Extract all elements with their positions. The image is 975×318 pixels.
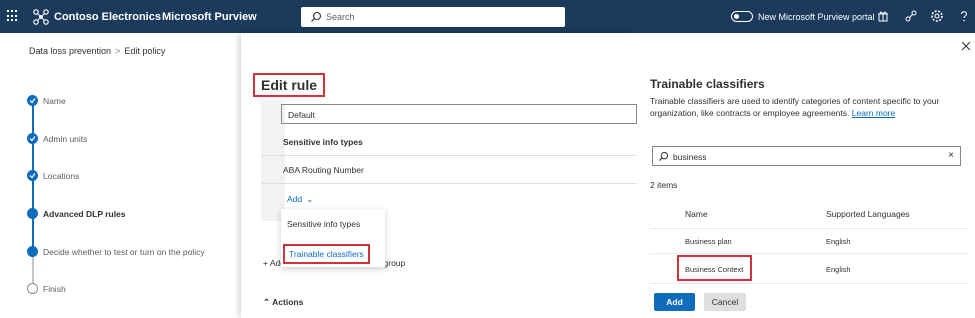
flyout-title: Trainable classifiers [650, 77, 765, 91]
classifier-search-input[interactable]: business × [652, 146, 961, 166]
edit-rule-title: Edit rule [253, 73, 326, 97]
column-header-name[interactable]: Name [685, 209, 708, 219]
breadcrumb-separator: > [115, 46, 121, 56]
column-header-languages[interactable]: Supported Languages [826, 209, 910, 219]
trainable-classifiers-flyout: Trainable classifiers Trainable classifi… [637, 33, 975, 318]
close-icon[interactable] [961, 41, 971, 51]
search-icon [658, 151, 669, 162]
step-label: Finish [43, 284, 66, 294]
settings-icon[interactable] [930, 9, 944, 23]
search-placeholder: Search [326, 12, 355, 22]
flyout-description: Trainable classifiers are used to identi… [650, 95, 950, 119]
step-label: Decide whether to test or turn on the po… [43, 247, 205, 257]
breadcrumb-item-edit-policy: Edit policy [124, 46, 166, 56]
search-value: business [673, 152, 707, 162]
step-empty-icon [27, 283, 38, 294]
chevron-down-icon: ⌄ [306, 194, 314, 204]
row-divider [650, 253, 968, 254]
step-complete-icon [27, 133, 38, 144]
actions-section[interactable]: ⌃ Actions [263, 297, 303, 308]
description-text: Trainable classifiers are used to identi… [650, 96, 940, 118]
contoso-logo-icon [33, 9, 49, 25]
menu-item-sensitive-info-types[interactable]: Sensitive info types [287, 219, 360, 229]
gift-icon[interactable] [876, 9, 890, 23]
row-divider [650, 283, 968, 284]
brand-name[interactable]: Contoso Electronics [54, 11, 161, 23]
learn-more-link[interactable]: Learn more [852, 108, 895, 118]
add-menu: Sensitive info types Trainable classifie… [281, 209, 385, 267]
step-label: Name [43, 96, 66, 106]
step-current-icon [27, 208, 38, 219]
help-icon[interactable] [957, 9, 971, 23]
step-complete-icon [27, 95, 38, 106]
divider [261, 183, 637, 184]
step-pending-icon [27, 246, 38, 257]
share-icon[interactable] [904, 9, 918, 23]
classifier-language: English [826, 237, 851, 246]
new-portal-label: New Microsoft Purview portal [758, 12, 875, 22]
divider [261, 155, 637, 156]
classifier-language: English [826, 265, 851, 274]
classifier-name: Business plan [685, 237, 732, 246]
search-icon [311, 11, 322, 22]
step-complete-icon [27, 170, 38, 181]
default-value: Default [288, 110, 315, 120]
add-button[interactable]: Add [654, 293, 695, 311]
product-name[interactable]: Microsoft Purview [162, 11, 257, 23]
sit-item: ABA Routing Number [283, 165, 364, 175]
add-dropdown-button[interactable]: Add ⌄ [287, 194, 313, 205]
breadcrumb-item-dlp[interactable]: Data loss prevention [29, 46, 111, 56]
chevron-up-icon: ⌃ [263, 297, 271, 307]
step-label: Locations [43, 171, 80, 181]
menu-item-trainable-classifiers[interactable]: Trainable classifiers [283, 244, 370, 264]
global-search-input[interactable]: Search [301, 7, 565, 27]
step-label: Admin units [43, 134, 88, 144]
row-divider [650, 228, 968, 229]
sensitive-info-types-header: Sensitive info types [283, 137, 363, 147]
clear-search-icon[interactable]: × [948, 150, 954, 161]
actions-header: Actions [272, 297, 304, 307]
breadcrumb: Data loss prevention > Edit policy [29, 46, 165, 56]
results-count: 2 items [650, 180, 678, 190]
new-portal-toggle[interactable] [731, 11, 753, 22]
top-bar: Contoso Electronics Microsoft Purview Se… [0, 0, 975, 33]
add-label: Add [287, 194, 303, 204]
classifier-name: Business Context [685, 265, 744, 274]
edit-rule-panel: Edit rule Default Sensitive info types A… [241, 33, 637, 318]
default-field[interactable]: Default [281, 104, 637, 124]
cancel-button[interactable]: Cancel [704, 293, 746, 311]
app-launcher-icon[interactable] [7, 10, 19, 22]
step-label: Advanced DLP rules [43, 209, 126, 219]
plus-icon: + [263, 258, 268, 268]
